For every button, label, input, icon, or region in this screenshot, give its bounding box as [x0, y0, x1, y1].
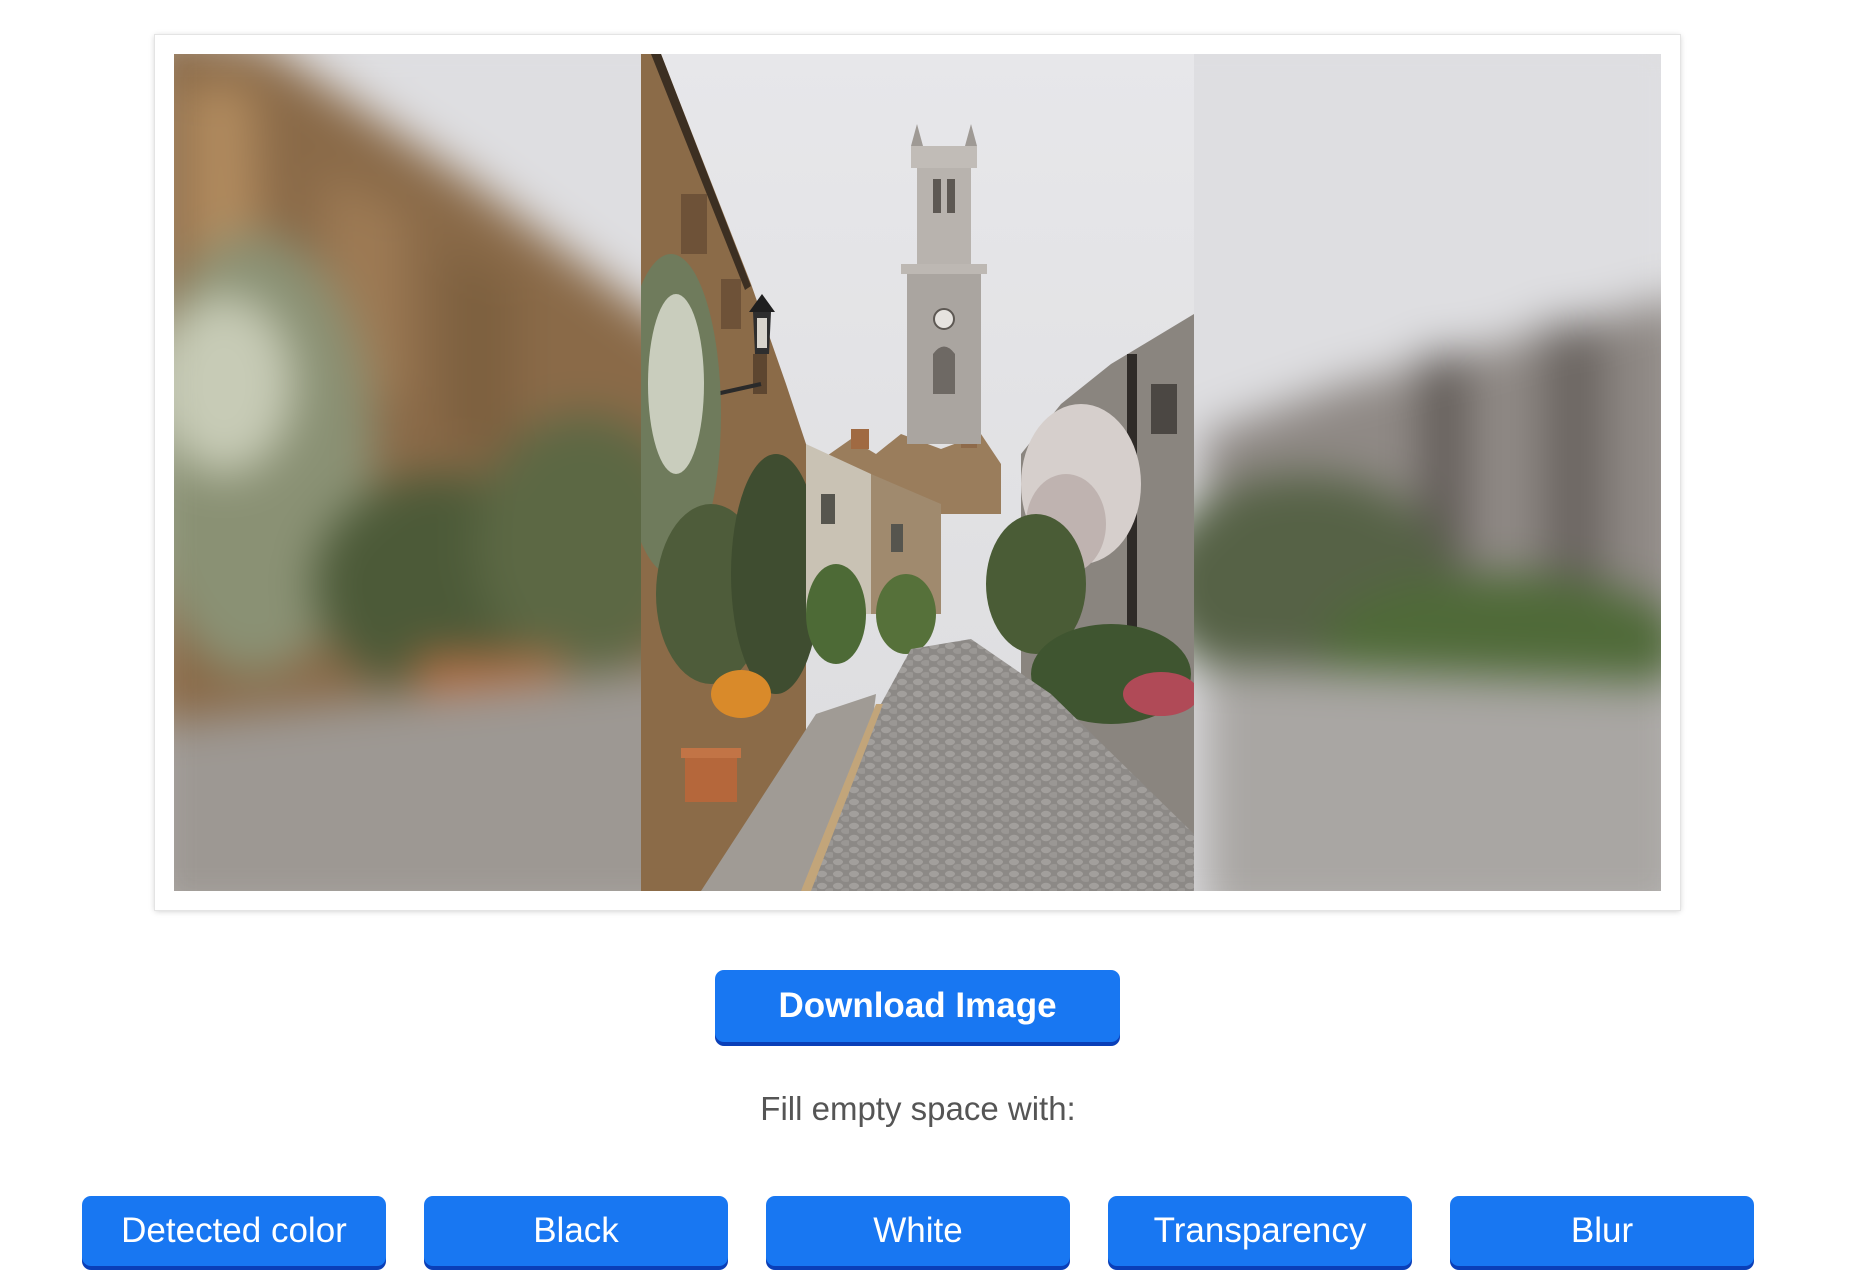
fill-white-button[interactable]: White [766, 1196, 1070, 1266]
image-canvas [174, 54, 1661, 891]
download-image-button[interactable]: Download Image [715, 970, 1120, 1042]
image-preview-frame [155, 35, 1680, 910]
fill-option-label: Fill empty space with: [760, 1090, 1076, 1127]
fill-options: Detected color Black White Transparency … [82, 1196, 1754, 1266]
source-photo [641, 54, 1194, 891]
fill-detected-color-button[interactable]: Detected color [82, 1196, 386, 1266]
fill-blur-button[interactable]: Blur [1450, 1196, 1754, 1266]
fill-black-button[interactable]: Black [424, 1196, 728, 1266]
fill-transparency-button[interactable]: Transparency [1108, 1196, 1412, 1266]
